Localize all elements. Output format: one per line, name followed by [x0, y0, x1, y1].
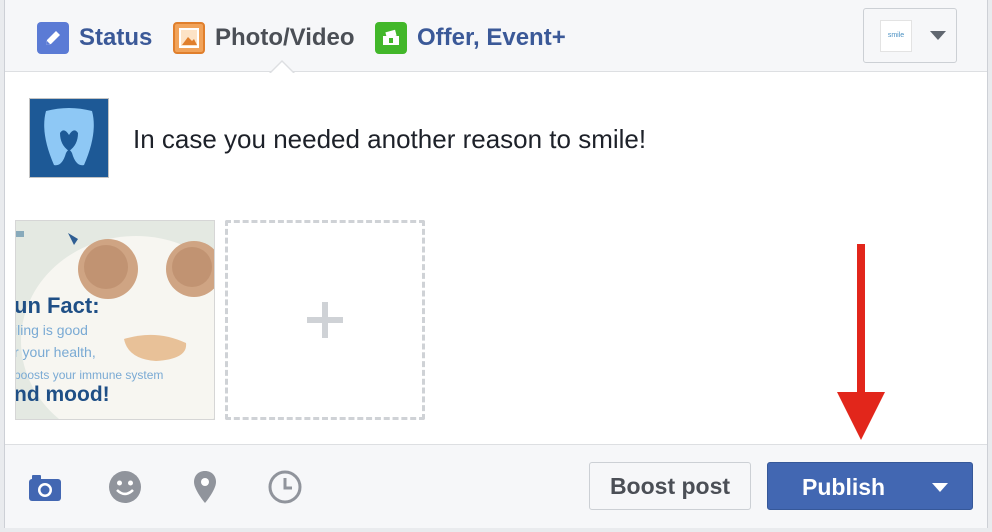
location-pin-icon[interactable]	[187, 469, 223, 505]
add-photo-button[interactable]	[225, 220, 425, 420]
clock-icon[interactable]	[267, 469, 303, 505]
chevron-down-icon[interactable]	[932, 483, 948, 492]
chevron-down-icon	[930, 31, 946, 40]
camera-icon[interactable]	[27, 469, 63, 505]
photo-line-4: boosts your immune system	[16, 368, 163, 382]
page-logo-text: smile	[887, 32, 905, 39]
tab-photo-video[interactable]: Photo/Video	[173, 22, 355, 54]
boost-post-label: Boost post	[609, 472, 731, 499]
annotation-arrow-shaft	[857, 244, 865, 394]
tab-photo-video-label: Photo/Video	[215, 24, 355, 51]
offer-icon	[375, 22, 407, 54]
boost-post-button[interactable]: Boost post	[589, 462, 751, 510]
page-logo-icon: smile	[880, 19, 912, 52]
photo-line-1: un Fact:	[16, 293, 100, 318]
tab-status-label: Status	[79, 24, 153, 51]
plus-icon	[307, 302, 343, 338]
post-composer: Status Photo/Video Offer, Event+ smile I…	[4, 0, 988, 528]
photo-line-2: iling is good	[16, 322, 88, 338]
annotation-arrow-icon	[837, 392, 885, 440]
tooth-logo-icon	[29, 98, 109, 178]
photo-line-3: r your health,	[16, 344, 96, 360]
composer-tabbar: Status Photo/Video Offer, Event+ smile	[5, 0, 987, 72]
publish-label: Publish	[802, 474, 886, 500]
tab-offer-event-label: Offer, Event+	[417, 24, 566, 51]
composer-toolbar: Boost post Publish	[5, 444, 987, 528]
active-tab-pointer-fill	[270, 62, 294, 74]
tab-status[interactable]: Status	[37, 22, 152, 54]
post-text[interactable]: In case you needed another reason to smi…	[133, 124, 646, 155]
publish-button[interactable]: Publish	[767, 462, 973, 510]
tab-offer-event[interactable]: Offer, Event+	[375, 22, 566, 54]
emoji-icon[interactable]	[107, 469, 143, 505]
photo-line-5: nd mood!	[16, 383, 110, 406]
photo-icon	[173, 22, 205, 54]
pencil-icon	[37, 22, 69, 54]
attached-photo[interactable]: un Fact: iling is good r your health, bo…	[15, 220, 215, 420]
page-selector[interactable]: smile	[863, 8, 957, 63]
